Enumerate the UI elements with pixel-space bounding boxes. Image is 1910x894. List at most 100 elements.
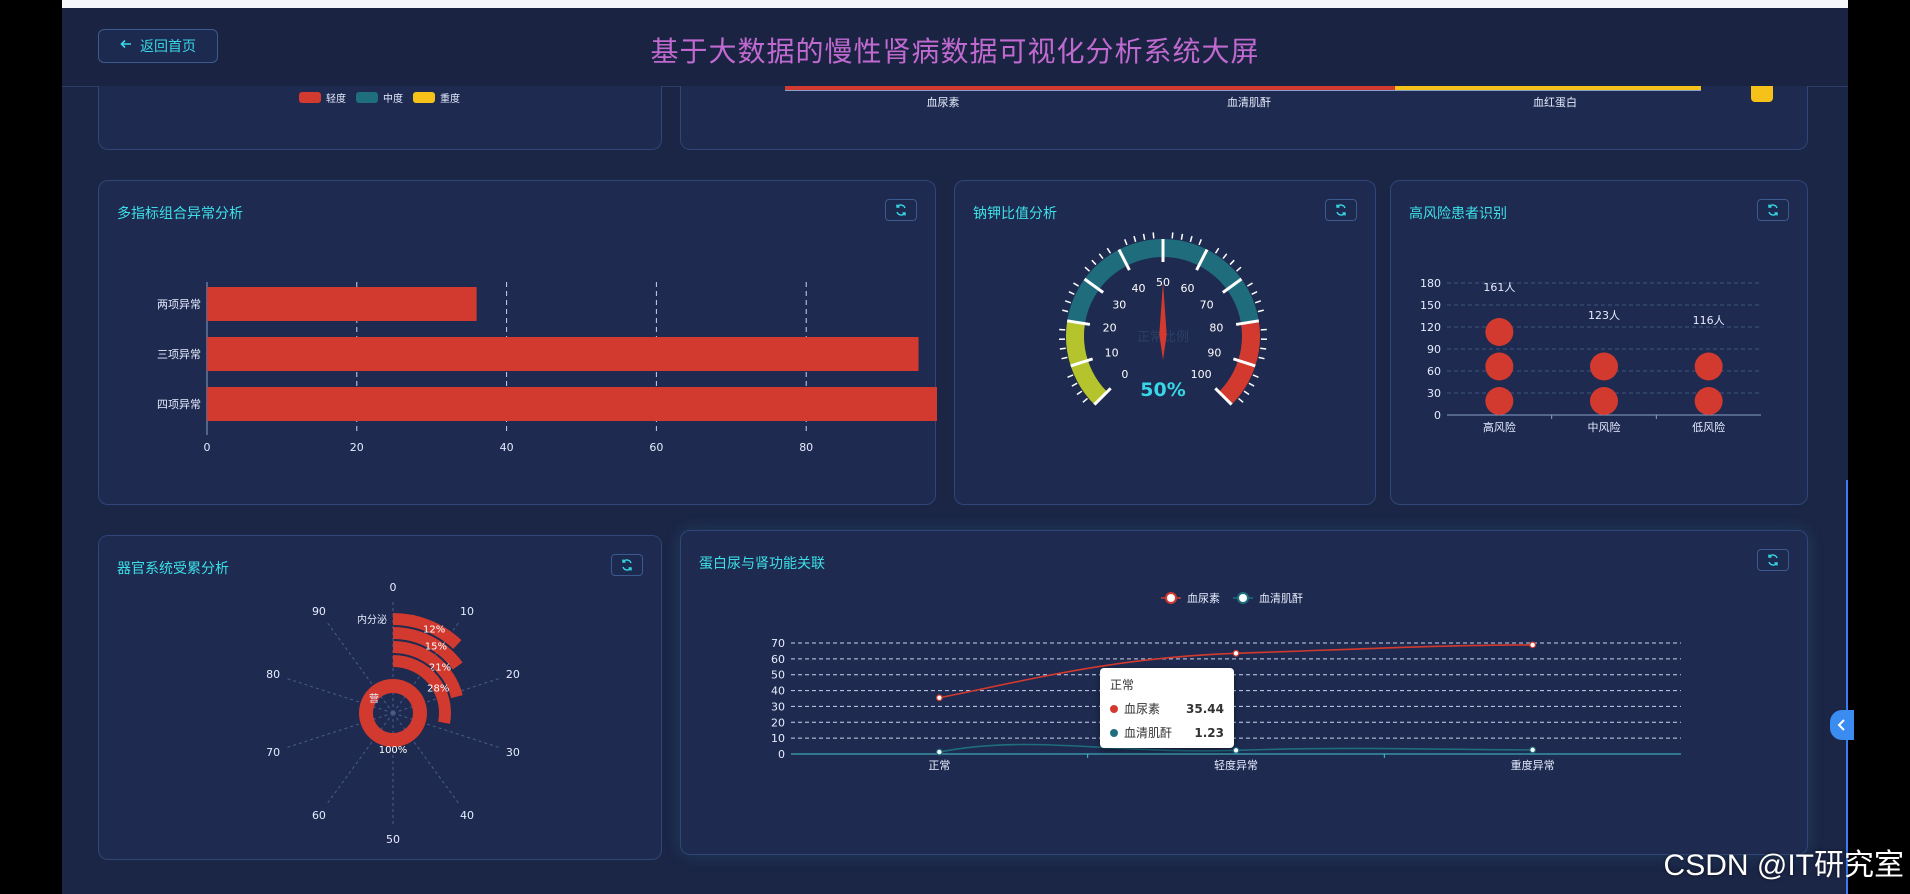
legend-label: 中度 xyxy=(383,94,403,105)
legend-label: 血尿素 xyxy=(1187,591,1220,605)
side-collapse-tab[interactable] xyxy=(1830,710,1854,740)
angle-grid-line xyxy=(392,712,460,804)
y-tick-label: 60 xyxy=(1427,365,1441,378)
severity-distribution-panel: 轻度 中度 重度 xyxy=(98,86,662,150)
x-category-label: 中风险 xyxy=(1588,420,1621,434)
organ-system-panel: 器官系统受累分析 0 10 20 30 40 50 60 70 80 90 12% 内分泌 15% 21%… xyxy=(98,535,662,860)
category-label: 血尿素 xyxy=(926,96,960,109)
severe-legend-marker xyxy=(1751,86,1773,102)
chart-tooltip: 正常 血尿素 35.44 血清肌酐 1.23 xyxy=(1100,668,1234,748)
legend-label: 血清肌酐 xyxy=(1259,591,1303,605)
gauge-minor-tick xyxy=(1073,282,1080,287)
multi-indicator-panel: 多指标组合异常分析 020406080100两项异常三项异常四项异常 xyxy=(98,180,937,505)
x-category-label: 轻度异常 xyxy=(1214,758,1258,772)
angle-tick-label: 70 xyxy=(266,746,280,759)
gauge-tick-label: 70 xyxy=(1200,298,1214,311)
chevron-left-icon xyxy=(1837,719,1845,731)
x-category-label: 重度异常 xyxy=(1511,758,1555,772)
tooltip-series-name: 血清肌酐 xyxy=(1124,726,1173,740)
angle-tick-label: 50 xyxy=(386,833,400,846)
gauge-minor-tick xyxy=(1068,291,1075,295)
series-point xyxy=(935,694,943,702)
bar-category-label: 内分泌 xyxy=(357,613,387,626)
browser-top-strip xyxy=(62,0,1848,8)
gauge-minor-tick xyxy=(1238,397,1244,403)
y-tick-label: 20 xyxy=(771,716,785,729)
proteinuria-panel: 蛋白尿与肾功能关联 0 10 20 30 40 50 60 70 正常 轻度异常 重度异常 血尿素 血清… xyxy=(680,530,1808,855)
angle-tick-label: 60 xyxy=(312,809,326,822)
watermark: CSDN @IT研究室 xyxy=(1663,849,1904,882)
x-tick-label: 60 xyxy=(649,441,663,454)
y-tick-label: 10 xyxy=(771,732,785,745)
gauge-minor-tick xyxy=(1067,374,1074,378)
gauge-minor-tick xyxy=(1229,259,1235,266)
y-category-label: 四项异常 xyxy=(157,398,201,411)
y-tick-label: 40 xyxy=(771,685,785,698)
legend-label: 轻度 xyxy=(326,94,346,105)
gauge-minor-tick xyxy=(1091,259,1097,266)
scrollbar-edge xyxy=(1846,480,1848,894)
series-point xyxy=(935,748,943,756)
y-category-label: 三项异常 xyxy=(157,348,201,361)
x-tick-label: 20 xyxy=(350,441,364,454)
legend-item-mild[interactable]: 轻度 xyxy=(299,90,346,105)
series-point xyxy=(1529,746,1537,754)
gauge-minor-tick xyxy=(1252,374,1259,378)
value-label: 116人 xyxy=(1693,314,1725,327)
y-category-label: 两项异常 xyxy=(157,298,201,311)
legend-swatch xyxy=(299,92,321,103)
dashboard-screen: 返回首页 基于大数据的慢性肾病数据可视化分析系统大屏 轻度 中度 重度 血尿素 … xyxy=(62,0,1848,894)
x-tick-label: 0 xyxy=(204,441,211,454)
y-tick-label: 50 xyxy=(771,669,785,682)
y-tick-label: 0 xyxy=(778,748,785,761)
ratio-gauge-chart: 0102030405060708090100正常比例50% xyxy=(1059,232,1267,406)
angle-tick-label: 80 xyxy=(266,668,280,681)
tooltip-series-value: 1.23 xyxy=(1194,725,1224,740)
sodium-potassium-panel: 钠钾比值分析 0102030405060708090100正常比例50% xyxy=(954,180,1376,505)
gauge-minor-tick xyxy=(1222,253,1228,260)
y-tick-label: 30 xyxy=(771,700,785,713)
gauge-minor-tick xyxy=(1071,382,1078,387)
y-tick-label: 30 xyxy=(1427,387,1441,400)
x-category-label: 低风险 xyxy=(1692,420,1725,434)
y-tick-label: 0 xyxy=(1434,409,1441,422)
gauge-minor-tick xyxy=(1061,356,1068,360)
gauge-minor-tick xyxy=(1189,235,1193,243)
tooltip-row: 血清肌酐 1.23 xyxy=(1110,724,1224,741)
gauge-minor-tick xyxy=(1254,300,1262,304)
bar xyxy=(207,337,919,371)
series-point xyxy=(1232,746,1240,754)
angle-tick-label: 40 xyxy=(460,809,474,822)
x-tick-label: 80 xyxy=(799,441,813,454)
gauge-minor-tick xyxy=(1106,247,1112,254)
gauge-minor-tick xyxy=(1248,382,1255,387)
header-bar: 返回首页 基于大数据的慢性肾病数据可视化分析系统大屏 xyxy=(62,8,1848,87)
gauge-minor-tick xyxy=(1059,347,1066,350)
gauge-minor-tick xyxy=(1064,300,1072,304)
gauge-minor-tick xyxy=(1133,235,1137,243)
category-label: 血清肌酐 xyxy=(1227,96,1271,109)
value-label: 123人 xyxy=(1588,309,1620,322)
risk-icon xyxy=(1485,318,1514,346)
gauge-minor-tick xyxy=(1152,232,1155,239)
legend-item-severe[interactable]: 重度 xyxy=(413,90,460,105)
legend-swatch xyxy=(356,92,378,103)
bar-value-label: 100% xyxy=(379,745,408,756)
gauge-minor-tick xyxy=(1180,233,1184,240)
y-tick-label: 70 xyxy=(771,637,785,650)
legend-item-moderate[interactable]: 中度 xyxy=(356,90,403,105)
angle-tick-label: 20 xyxy=(506,668,520,681)
gauge-needle xyxy=(1159,282,1167,360)
bar xyxy=(207,387,937,421)
gauge-tick-label: 60 xyxy=(1181,282,1195,295)
gauge-minor-tick xyxy=(1251,291,1258,295)
gauge-tick-label: 10 xyxy=(1105,347,1119,360)
angle-tick-label: 10 xyxy=(460,605,474,618)
bar-value-label: 28% xyxy=(427,683,449,694)
gauge-tick-label: 90 xyxy=(1207,347,1221,360)
page-title: 基于大数据的慢性肾病数据可视化分析系统大屏 xyxy=(650,35,1260,68)
value-label: 161人 xyxy=(1483,281,1515,294)
gauge-tick-label: 80 xyxy=(1209,322,1223,335)
legend-swatch xyxy=(413,92,435,103)
y-tick-label: 120 xyxy=(1420,321,1441,334)
